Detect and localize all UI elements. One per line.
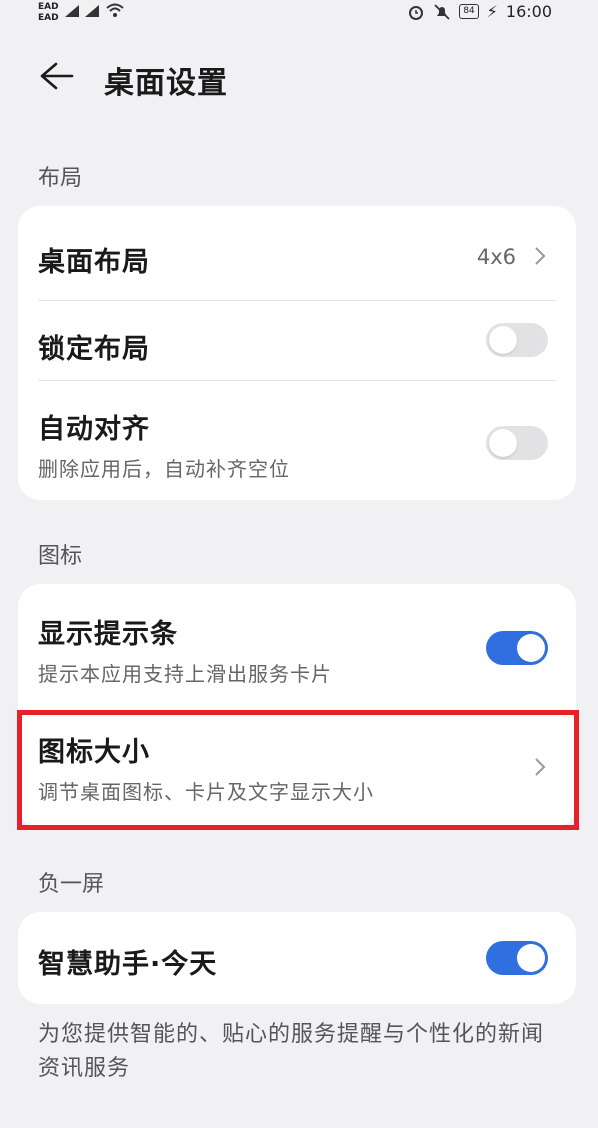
battery-icon: 84 <box>459 4 479 19</box>
section-label-layout: 布局 <box>38 166 83 191</box>
clock: 16:00 <box>505 2 552 21</box>
status-right: 84 ⚡ 16:00 <box>407 2 552 21</box>
toggle-knob <box>489 429 517 457</box>
layout-card: 桌面布局 4x6 锁定布局 自动对齐 删除应用后，自动补齐空位 <box>18 206 576 500</box>
lock-layout-toggle[interactable] <box>486 323 548 357</box>
highlight-box <box>17 710 579 830</box>
network-label-1: EAD <box>38 2 59 12</box>
chevron-right-icon <box>535 247 546 265</box>
desktop-layout-value: 4x6 <box>476 245 516 269</box>
toggle-knob <box>489 326 517 354</box>
page-title: 桌面设置 <box>104 66 228 101</box>
status-left: EAD EAD <box>38 2 125 24</box>
signal-1-icon <box>64 5 79 17</box>
toggle-knob <box>517 944 545 972</box>
show-hint-bar-toggle[interactable] <box>486 631 548 665</box>
section-label-minus-one: 负一屏 <box>38 872 105 897</box>
smart-assistant-toggle[interactable] <box>486 941 548 975</box>
desktop-layout-row[interactable]: 桌面布局 4x6 <box>18 206 576 300</box>
minus-one-card: 智慧助手·今天 <box>18 912 576 1004</box>
signal-2-icon <box>84 5 99 17</box>
charging-icon: ⚡ <box>486 2 498 21</box>
show-hint-bar-title: 显示提示条 <box>38 619 178 650</box>
show-hint-bar-subtitle: 提示本应用支持上滑出服务卡片 <box>38 662 332 686</box>
lock-layout-row[interactable]: 锁定布局 <box>18 301 576 380</box>
auto-align-subtitle: 删除应用后，自动补齐空位 <box>38 457 290 481</box>
desktop-layout-title: 桌面布局 <box>38 247 150 278</box>
lock-layout-title: 锁定布局 <box>38 334 150 365</box>
alarm-icon <box>409 5 424 20</box>
network-type: EAD EAD <box>38 2 59 24</box>
network-label-2: EAD <box>38 13 59 23</box>
auto-align-row[interactable]: 自动对齐 删除应用后，自动补齐空位 <box>18 381 576 500</box>
back-button[interactable] <box>36 56 76 96</box>
toggle-knob <box>517 634 545 662</box>
smart-assistant-title: 智慧助手·今天 <box>38 949 218 980</box>
auto-align-title: 自动对齐 <box>38 414 150 445</box>
back-arrow-icon <box>40 62 74 90</box>
section-label-icons: 图标 <box>38 544 83 569</box>
smart-assistant-row[interactable]: 智慧助手·今天 <box>18 912 576 1004</box>
app-bar: 桌面设置 <box>0 50 598 110</box>
auto-align-toggle[interactable] <box>486 426 548 460</box>
wifi-icon <box>105 3 124 17</box>
footnote-text: 为您提供智能的、贴心的服务提醒与个性化的新闻资讯服务 <box>38 1022 545 1081</box>
status-bar: EAD EAD 84 ⚡ 16:00 <box>0 0 598 34</box>
mute-bell-icon <box>434 3 450 20</box>
show-hint-bar-row[interactable]: 显示提示条 提示本应用支持上滑出服务卡片 <box>18 584 576 708</box>
